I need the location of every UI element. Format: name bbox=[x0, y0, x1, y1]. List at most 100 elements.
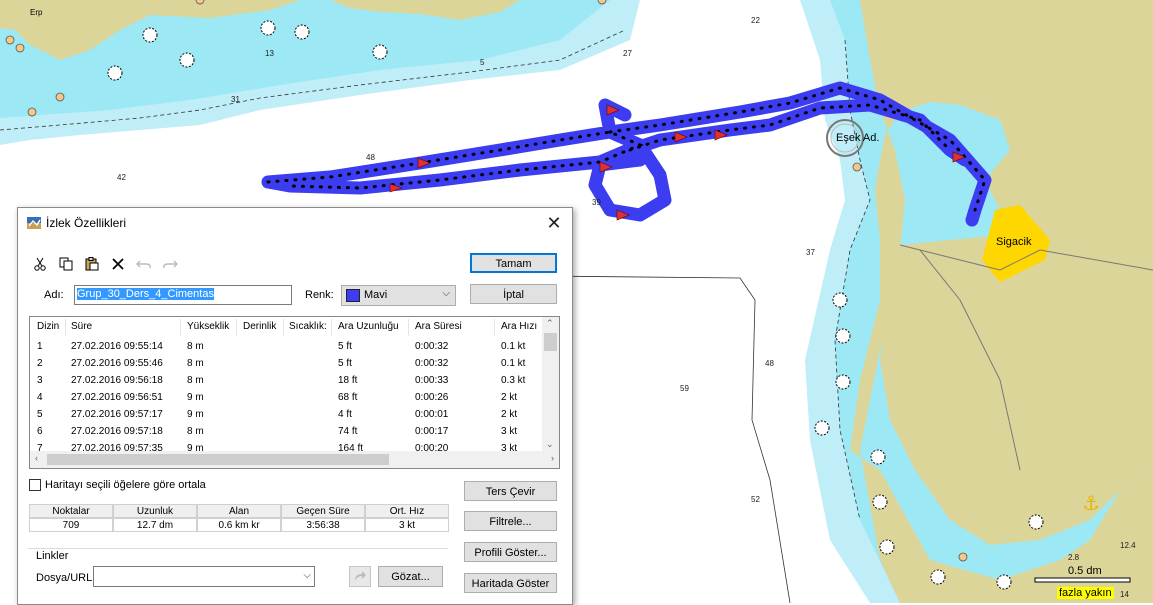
stat-header-points: Noktalar bbox=[29, 504, 113, 518]
title-bar[interactable]: İzlek Özellikleri ✕ bbox=[18, 208, 572, 238]
zoom-warning: fazla yakın bbox=[1057, 587, 1114, 599]
arrow-icon bbox=[355, 571, 366, 581]
table-row[interactable]: 5 27.02.2016 09:57:17 9 m 4 ft 0:00:01 2 kt bbox=[30, 407, 540, 424]
name-field[interactable]: Grup_30_Ders_4_Cimentas bbox=[74, 285, 292, 305]
cell-leg-length: 18 ft bbox=[338, 375, 358, 386]
svg-text:22: 22 bbox=[751, 16, 760, 25]
close-icon[interactable]: ✕ bbox=[542, 212, 566, 234]
track-statistics: Noktalar 709 Uzunluk 12.7 dm Alan 0.6 km… bbox=[29, 504, 449, 534]
table-row[interactable]: 3 27.02.2016 09:56:18 8 m 18 ft 0:00:33 0.3 k… bbox=[30, 373, 540, 390]
cell-time: 27.02.2016 09:57:18 bbox=[71, 426, 163, 437]
stat-value-avg-speed: 3 kt bbox=[365, 518, 449, 532]
redo-icon[interactable] bbox=[160, 254, 180, 274]
svg-text:5: 5 bbox=[480, 58, 485, 67]
place-label-sigacik: Sigacik bbox=[996, 236, 1032, 248]
cell-index: 1 bbox=[37, 341, 43, 352]
anchor-icon: ⚓ bbox=[1082, 491, 1100, 515]
vertical-scrollbar[interactable]: ⌃ ⌄ bbox=[542, 317, 559, 451]
cell-leg-length: 68 ft bbox=[338, 392, 358, 403]
stat-value-length: 12.7 dm bbox=[113, 518, 197, 532]
column-header-leg-length[interactable]: Ara Uzunluğu bbox=[338, 321, 399, 332]
show-profile-button[interactable]: Profili Göster... bbox=[464, 542, 557, 562]
filter-button[interactable]: Filtrele... bbox=[464, 511, 557, 531]
svg-text:48: 48 bbox=[366, 153, 375, 162]
cell-altitude: 8 m bbox=[187, 358, 204, 369]
cell-leg-length: 5 ft bbox=[338, 358, 352, 369]
cell-leg-speed: 0.1 kt bbox=[501, 358, 526, 369]
column-header-time[interactable]: Süre bbox=[71, 321, 92, 332]
center-map-checkbox[interactable] bbox=[29, 479, 41, 491]
undo-icon[interactable] bbox=[134, 254, 154, 274]
column-header-altitude[interactable]: Yükseklik bbox=[187, 321, 229, 332]
place-label-esek-ad: Eşek Ad. bbox=[836, 132, 880, 144]
chevron-down-icon: ⌵ bbox=[303, 570, 311, 581]
table-row[interactable]: 1 27.02.2016 09:55:14 8 m 5 ft 0:00:32 0.1 kt bbox=[30, 339, 540, 356]
horizontal-scroll-thumb[interactable] bbox=[47, 454, 389, 465]
cell-altitude: 9 m bbox=[187, 392, 204, 403]
cut-icon[interactable] bbox=[30, 254, 50, 274]
svg-text:39: 39 bbox=[592, 198, 601, 207]
svg-text:48: 48 bbox=[765, 359, 774, 368]
color-dropdown[interactable]: Mavi ⌵ bbox=[341, 285, 456, 306]
open-link-button[interactable] bbox=[349, 566, 371, 587]
cell-index: 2 bbox=[37, 358, 43, 369]
cell-leg-length: 74 ft bbox=[338, 426, 358, 437]
cell-leg-time: 0:00:26 bbox=[415, 392, 449, 403]
svg-text:2.8: 2.8 bbox=[1068, 553, 1080, 562]
cell-altitude: 8 m bbox=[187, 375, 204, 386]
name-label: Adı: bbox=[44, 289, 64, 301]
cell-leg-speed: 2 kt bbox=[501, 409, 518, 420]
cancel-button[interactable]: İptal bbox=[470, 284, 557, 304]
show-on-map-button[interactable]: Haritada Göster bbox=[464, 573, 557, 593]
color-value: Mavi bbox=[364, 289, 388, 301]
reverse-button[interactable]: Ters Çevir bbox=[464, 481, 557, 501]
cell-altitude: 8 m bbox=[187, 426, 204, 437]
url-combobox[interactable]: ⌵ bbox=[93, 566, 315, 587]
cell-leg-speed: 3 kt bbox=[501, 426, 518, 437]
cell-leg-time: 0:00:33 bbox=[415, 375, 449, 386]
horizontal-scrollbar[interactable]: ‹ › bbox=[30, 451, 559, 468]
scale-label: 0.5 dm bbox=[1068, 565, 1102, 577]
track-icon bbox=[27, 217, 41, 229]
copy-icon[interactable] bbox=[56, 254, 76, 274]
scale-bar bbox=[1034, 577, 1131, 583]
stat-value-elapsed: 3:56:38 bbox=[281, 518, 365, 532]
stat-value-points: 709 bbox=[29, 518, 113, 532]
column-header-index[interactable]: Dizin bbox=[37, 321, 59, 332]
cell-index: 6 bbox=[37, 426, 43, 437]
ok-button[interactable]: Tamam bbox=[470, 253, 557, 273]
column-header-leg-speed[interactable]: Ara Hızı bbox=[501, 321, 537, 332]
browse-button[interactable]: Gözat... bbox=[378, 566, 443, 587]
svg-text:14: 14 bbox=[1120, 590, 1129, 599]
cell-time: 27.02.2016 09:56:18 bbox=[71, 375, 163, 386]
cell-index: 5 bbox=[37, 409, 43, 420]
svg-text:31: 31 bbox=[231, 95, 240, 104]
vertical-scroll-thumb[interactable] bbox=[544, 333, 557, 351]
column-header-depth[interactable]: Derinlik bbox=[243, 321, 276, 332]
column-header-temperature[interactable]: Sıcaklık: bbox=[289, 321, 327, 332]
paste-icon[interactable] bbox=[82, 254, 102, 274]
column-header-leg-time[interactable]: Ara Süresi bbox=[415, 321, 462, 332]
cell-leg-time: 0:00:32 bbox=[415, 341, 449, 352]
table-row[interactable]: 2 27.02.2016 09:55:46 8 m 5 ft 0:00:32 0.1 kt bbox=[30, 356, 540, 373]
color-swatch bbox=[346, 289, 360, 302]
cell-index: 4 bbox=[37, 392, 43, 403]
table-row[interactable]: 4 27.02.2016 09:56:51 9 m 68 ft 0:00:26 2 kt bbox=[30, 390, 540, 407]
svg-text:52: 52 bbox=[751, 495, 760, 504]
cell-index: 3 bbox=[37, 375, 43, 386]
url-label: Dosya/URL: bbox=[36, 572, 96, 584]
svg-text:42: 42 bbox=[117, 173, 126, 182]
table-header: Dizin Süre Yükseklik Derinlik Sıcaklık: … bbox=[30, 317, 559, 339]
svg-text:27: 27 bbox=[623, 49, 632, 58]
cell-altitude: 9 m bbox=[187, 409, 204, 420]
cell-leg-speed: 0.3 kt bbox=[501, 375, 526, 386]
cell-time: 27.02.2016 09:55:14 bbox=[71, 341, 163, 352]
delete-icon[interactable] bbox=[108, 254, 128, 274]
cell-leg-length: 4 ft bbox=[338, 409, 352, 420]
dialog-title: İzlek Özellikleri bbox=[46, 216, 127, 230]
color-label: Renk: bbox=[305, 289, 334, 301]
cell-leg-time: 0:00:17 bbox=[415, 426, 449, 437]
table-row[interactable]: 6 27.02.2016 09:57:18 8 m 74 ft 0:00:17 3 kt bbox=[30, 424, 540, 441]
trackpoint-table[interactable]: Dizin Süre Yükseklik Derinlik Sıcaklık: … bbox=[29, 316, 560, 469]
cell-leg-time: 0:00:01 bbox=[415, 409, 449, 420]
